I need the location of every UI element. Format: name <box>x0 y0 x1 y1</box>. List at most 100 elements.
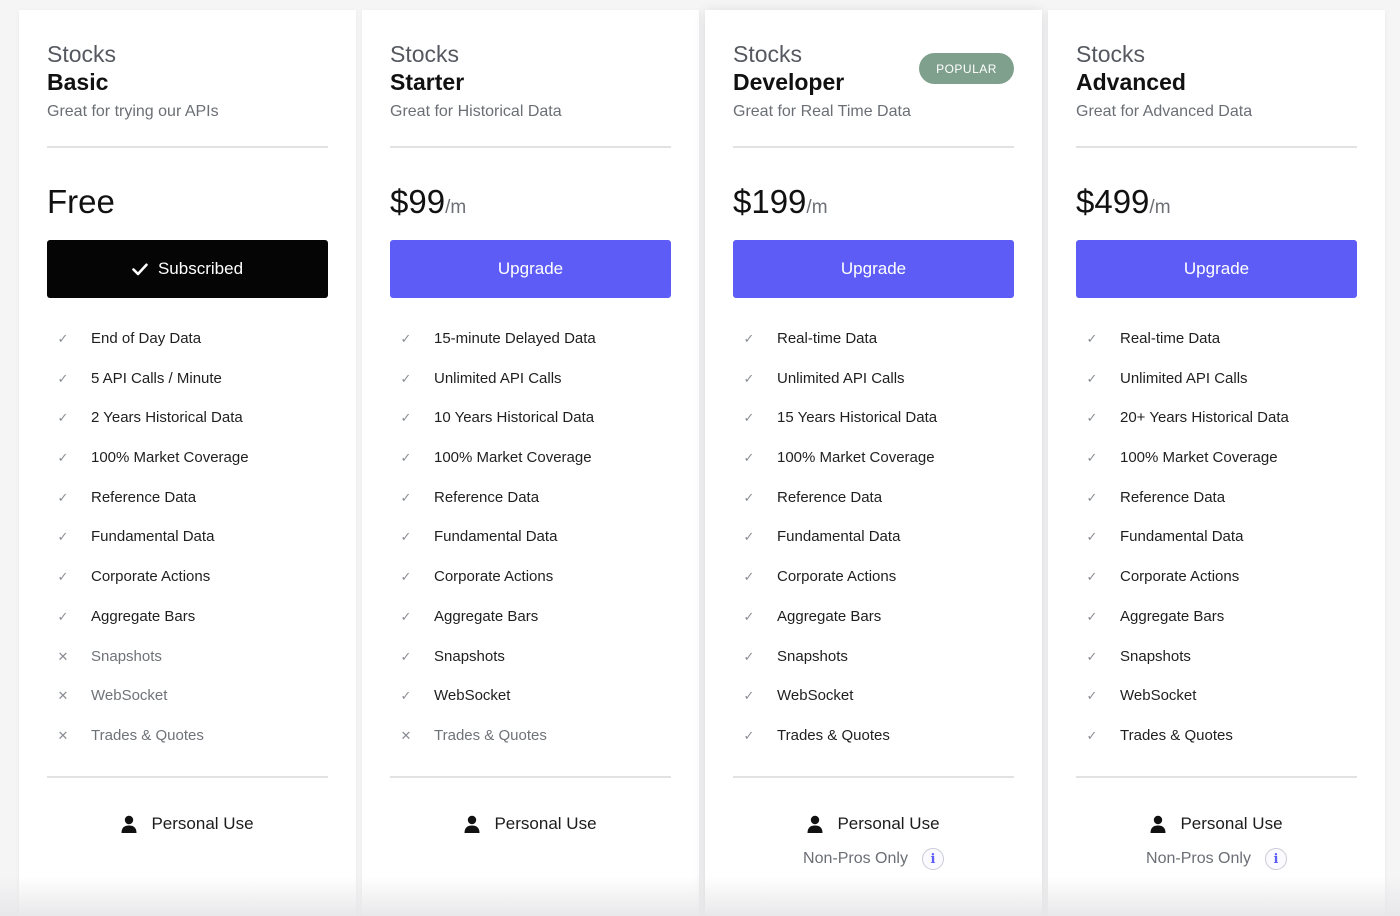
feature-item: ✓ Fundamental Data <box>744 527 1014 567</box>
feature-label: Unlimited API Calls <box>434 369 562 387</box>
feature-item: ✓ WebSocket <box>1087 686 1357 726</box>
use-label: Personal Use <box>494 814 597 833</box>
feature-item: ✓ Aggregate Bars <box>1087 607 1357 647</box>
feature-item: ✓ Unlimited API Calls <box>401 369 671 409</box>
check-icon: ✓ <box>1086 569 1098 585</box>
feature-item: ✕ WebSocket <box>58 686 328 726</box>
check-icon: ✓ <box>743 608 755 624</box>
pricing-cards: Stocks Basic Great for trying our APIs Free… <box>0 0 1400 916</box>
feature-item: ✓ Trades & Quotes <box>1087 726 1357 766</box>
check-icon: ✓ <box>57 410 69 426</box>
check-icon: ✓ <box>400 489 412 505</box>
subscribed-button[interactable]: Subscribed <box>47 240 328 298</box>
use-row: Personal Use <box>733 812 1014 836</box>
check-icon: ✓ <box>1086 648 1098 664</box>
plan-price: $199/m <box>733 182 828 228</box>
feature-item: ✓ Corporate Actions <box>58 567 328 607</box>
price-period: /m <box>1149 197 1171 218</box>
person-icon <box>1150 815 1166 833</box>
feature-label: 100% Market Coverage <box>777 449 935 467</box>
feature-item: ✓ Corporate Actions <box>1087 567 1357 607</box>
divider <box>390 776 671 778</box>
button-label: Upgrade <box>497 259 564 278</box>
feature-label: Snapshots <box>1120 647 1191 665</box>
feature-label: 100% Market Coverage <box>91 449 249 467</box>
feature-item: ✓ WebSocket <box>744 686 1014 726</box>
feature-label: Real-time Data <box>777 330 878 347</box>
feature-label: Reference Data <box>777 488 883 506</box>
feature-list: ✓ Real-time Data ✓ Unlimited API Calls ✓ 15 Y… <box>744 329 1014 766</box>
feature-item: ✕ Trades & Quotes <box>401 726 671 766</box>
plan-card-basic: Stocks Basic Great for trying our APIs Free… <box>19 10 356 916</box>
feature-label: Trades & Quotes <box>434 726 547 744</box>
x-icon: ✕ <box>400 727 412 743</box>
popular-badge: POPULAR <box>919 53 1014 84</box>
plan-tier: Advanced <box>1076 69 1186 95</box>
restriction-row: Non-Pros Only i <box>733 846 1014 872</box>
feature-item: ✓ Fundamental Data <box>58 527 328 567</box>
x-icon: ✕ <box>57 648 69 664</box>
plan-footer: Personal Use Non-Pros Only i <box>1076 812 1357 872</box>
use-label: Personal Use <box>151 814 254 833</box>
feature-label: Fundamental Data <box>1120 528 1244 546</box>
person-icon <box>464 815 480 833</box>
check-icon: ✓ <box>400 370 412 386</box>
plan-price: $99/m <box>390 182 466 228</box>
restriction-row: Non-Pros Only i <box>1076 846 1357 872</box>
feature-item: ✓ Real-time Data <box>744 329 1014 369</box>
feature-label: Aggregate Bars <box>1120 607 1225 625</box>
upgrade-button[interactable]: Upgrade <box>1076 240 1357 298</box>
feature-item: ✓ Trades & Quotes <box>744 726 1014 766</box>
feature-item: ✓ Fundamental Data <box>1087 527 1357 567</box>
plan-card-advanced: Stocks Advanced Great for Advanced Data $49… <box>1048 10 1385 916</box>
feature-item: ✓ Reference Data <box>401 488 671 528</box>
feature-item: ✓ Snapshots <box>401 647 671 687</box>
feature-label: Snapshots <box>434 647 505 665</box>
feature-label: Reference Data <box>91 488 197 506</box>
feature-item: ✓ 100% Market Coverage <box>744 448 1014 488</box>
feature-label: Snapshots <box>91 647 162 665</box>
check-icon: ✓ <box>743 489 755 505</box>
check-icon: ✓ <box>1086 529 1098 545</box>
plan-footer: Personal Use Non-Pros Only i <box>733 812 1014 872</box>
plan-tagline: Great for Historical Data <box>390 103 562 120</box>
feature-item: ✓ Aggregate Bars <box>401 607 671 647</box>
upgrade-button[interactable]: Upgrade <box>390 240 671 298</box>
feature-label: Fundamental Data <box>91 528 215 546</box>
feature-label: 15-minute Delayed Data <box>434 330 596 347</box>
check-icon: ✓ <box>1086 608 1098 624</box>
feature-label: 10 Years Historical Data <box>434 409 595 427</box>
feature-item: ✓ Corporate Actions <box>744 567 1014 607</box>
info-icon[interactable]: i <box>1264 848 1287 870</box>
use-row: Personal Use <box>390 812 671 836</box>
feature-item: ✓ WebSocket <box>401 686 671 726</box>
check-icon: ✓ <box>1086 410 1098 426</box>
divider <box>47 776 328 778</box>
check-icon: ✓ <box>400 529 412 545</box>
feature-item: ✓ 15 Years Historical Data <box>744 408 1014 448</box>
check-icon: ✓ <box>1086 331 1098 346</box>
plan-footer: Personal Use <box>390 812 671 836</box>
feature-item: ✓ 100% Market Coverage <box>401 448 671 488</box>
use-row: Personal Use <box>1076 812 1357 836</box>
check-icon: ✓ <box>743 688 755 704</box>
upgrade-button[interactable]: Upgrade <box>733 240 1014 298</box>
check-icon: ✓ <box>743 331 755 346</box>
plan-tagline: Great for Real Time Data <box>733 103 911 120</box>
check-icon: ✓ <box>400 648 412 664</box>
check-icon: ✓ <box>1086 489 1098 505</box>
check-icon: ✓ <box>743 569 755 585</box>
info-icon[interactable]: i <box>921 848 944 870</box>
feature-label: Trades & Quotes <box>91 726 204 744</box>
plan-card-developer: Stocks Developer Great for Real Time Data P… <box>705 10 1042 916</box>
plan-tier: Starter <box>390 69 465 95</box>
feature-item: ✓ Real-time Data <box>1087 329 1357 369</box>
plan-header: Stocks Starter Great for Historical Data <box>390 40 671 122</box>
feature-list: ✓ End of Day Data ✓ 5 API Calls / Minute ✓ 2 … <box>58 329 328 766</box>
feature-label: 2 Years Historical Data <box>91 409 243 427</box>
feature-label: Reference Data <box>1120 488 1226 506</box>
feature-label: 15 Years Historical Data <box>777 409 938 427</box>
plan-footer: Personal Use <box>47 812 328 836</box>
feature-item: ✓ Reference Data <box>1087 488 1357 528</box>
button-label: Subscribed <box>157 259 244 278</box>
